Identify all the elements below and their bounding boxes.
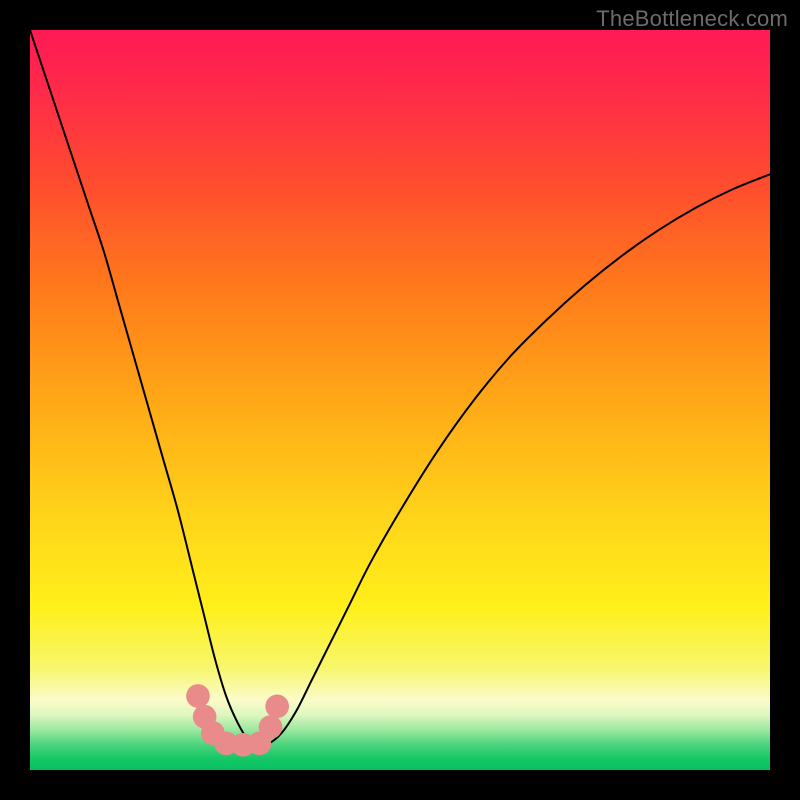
chart-background bbox=[30, 30, 770, 770]
data-marker bbox=[259, 715, 283, 739]
bottleneck-curve-chart bbox=[30, 30, 770, 770]
plot-area bbox=[30, 30, 770, 770]
data-marker bbox=[265, 695, 289, 719]
data-marker bbox=[186, 684, 210, 708]
watermark-text: TheBottleneck.com bbox=[596, 6, 788, 32]
chart-container: TheBottleneck.com bbox=[0, 0, 800, 800]
